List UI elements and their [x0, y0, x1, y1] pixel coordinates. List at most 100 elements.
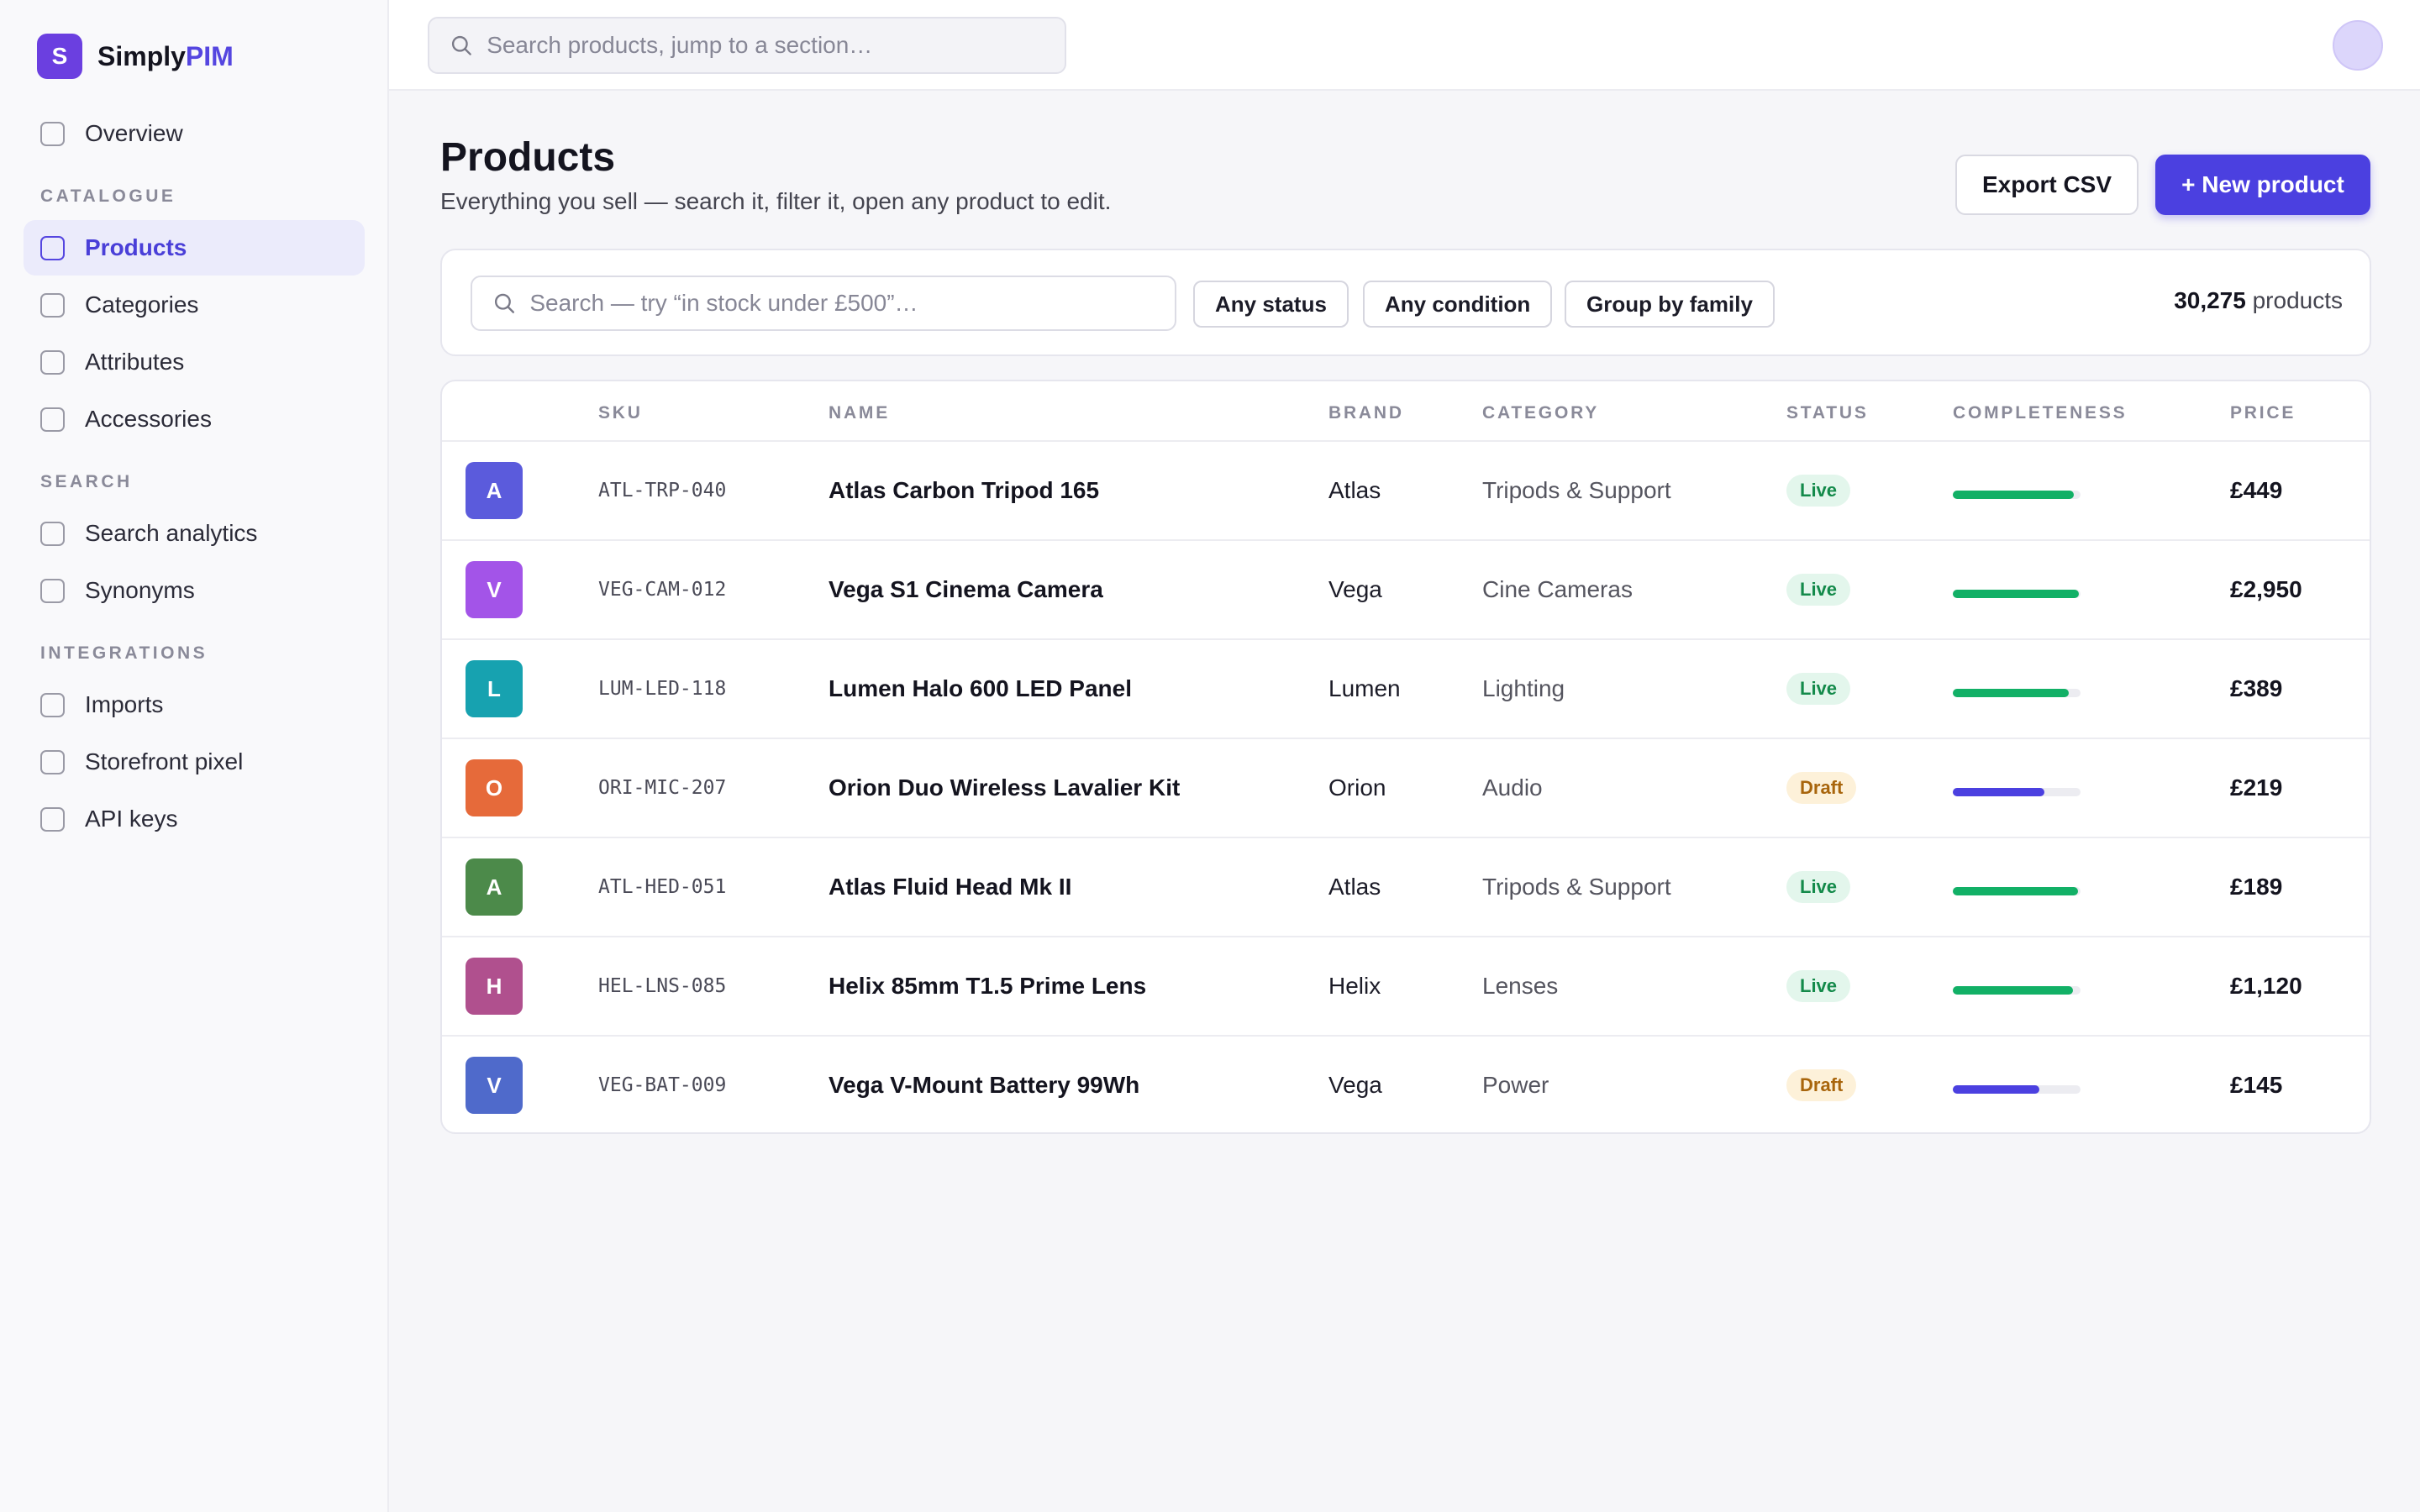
- sku-cell: ATL-HED-051: [598, 838, 726, 936]
- product-price: £2,950: [2230, 576, 2302, 602]
- user-avatar[interactable]: [2333, 20, 2383, 71]
- column-header-completeness[interactable]: COMPLETENESS: [1953, 403, 2127, 423]
- price-cell: £389: [2230, 640, 2282, 738]
- sidebar-item-imports[interactable]: Imports: [24, 677, 365, 732]
- sidebar-item-products[interactable]: Products: [24, 220, 365, 276]
- status-cell: Live: [1786, 937, 1851, 1035]
- sidebar-item-search-analytics[interactable]: Search analytics: [24, 506, 365, 561]
- sidebar-item-categories[interactable]: Categories: [24, 277, 365, 333]
- status-cell: Live: [1786, 442, 1851, 539]
- nav-item-icon: [40, 349, 65, 375]
- table-row[interactable]: A ATL-TRP-040 Atlas Carbon Tripod 165 Atlas…: [442, 442, 2370, 541]
- sidebar-item-overview[interactable]: Overview: [24, 106, 365, 161]
- product-name[interactable]: Atlas Carbon Tripod 165: [829, 477, 1099, 504]
- brand-cell: Orion: [1328, 739, 1386, 837]
- sidebar-item-attributes[interactable]: Attributes: [24, 334, 365, 390]
- sidebar-item-api-keys[interactable]: API keys: [24, 791, 365, 847]
- brand-cell: Atlas: [1328, 442, 1381, 539]
- status-filter-chip[interactable]: Any status: [1193, 281, 1349, 328]
- status-badge: Live: [1786, 970, 1851, 1002]
- completeness-bar: [1953, 1085, 2081, 1094]
- brand[interactable]: S SimplyPIM: [37, 34, 234, 79]
- sidebar-item-synonyms[interactable]: Synonyms: [24, 563, 365, 618]
- new-product-button[interactable]: + New product: [2155, 155, 2370, 215]
- product-name[interactable]: Lumen Halo 600 LED Panel: [829, 675, 1132, 702]
- completeness-bar: [1953, 491, 2081, 499]
- table-row[interactable]: V VEG-BAT-009 Vega V-Mount Battery 99Wh Veg…: [442, 1037, 2370, 1132]
- brand-cell: Helix: [1328, 937, 1381, 1035]
- completeness-bar: [1953, 986, 2081, 995]
- sidebar-item-label: Products: [85, 234, 187, 260]
- category-cell: Tripods & Support: [1482, 838, 1671, 936]
- completeness-cell: [1953, 640, 2081, 738]
- product-count-suffix: products: [2245, 287, 2343, 313]
- table-row[interactable]: O ORI-MIC-207 Orion Duo Wireless Lavalier …: [442, 739, 2370, 838]
- thumb-cell: A: [466, 442, 523, 539]
- column-header-price[interactable]: PRICE: [2230, 403, 2296, 423]
- column-header-category[interactable]: CATEGORY: [1482, 403, 1599, 423]
- sidebar-item-storefront-pixel[interactable]: Storefront pixel: [24, 734, 365, 790]
- price-cell: £219: [2230, 739, 2282, 837]
- product-sku: VEG-BAT-009: [598, 1074, 727, 1096]
- export-csv-button[interactable]: Export CSV: [1955, 155, 2139, 215]
- product-name[interactable]: Orion Duo Wireless Lavalier Kit: [829, 774, 1180, 801]
- thumb-cell: L: [466, 640, 523, 738]
- brand-cell: Vega: [1328, 541, 1382, 638]
- global-search-input[interactable]: [487, 32, 1065, 59]
- nav-item-icon: [40, 806, 65, 832]
- nav-section-heading: INTEGRATIONS: [40, 643, 208, 663]
- product-name[interactable]: Vega S1 Cinema Camera: [829, 576, 1103, 603]
- product-category: Lighting: [1482, 675, 1565, 701]
- global-search[interactable]: [428, 17, 1066, 74]
- table-row[interactable]: L LUM-LED-118 Lumen Halo 600 LED Panel Lume…: [442, 640, 2370, 739]
- topbar: [389, 0, 2420, 91]
- brand-cell: Vega: [1328, 1037, 1382, 1132]
- nav-section-heading: CATALOGUE: [40, 186, 176, 206]
- table-body: A ATL-TRP-040 Atlas Carbon Tripod 165 Atlas…: [442, 442, 2370, 1132]
- nav-item-icon: [40, 521, 65, 546]
- status-badge: Live: [1786, 574, 1851, 606]
- nav-section: INTEGRATIONS Imports Storefront pixel API k…: [24, 620, 365, 847]
- sidebar-item-label: Accessories: [85, 406, 212, 432]
- completeness-cell: [1953, 739, 2081, 837]
- product-name[interactable]: Atlas Fluid Head Mk II: [829, 874, 1071, 900]
- table-row[interactable]: H HEL-LNS-085 Helix 85mm T1.5 Prime Lens He…: [442, 937, 2370, 1037]
- product-name[interactable]: Helix 85mm T1.5 Prime Lens: [829, 973, 1146, 1000]
- name-cell: Lumen Halo 600 LED Panel: [829, 640, 1132, 738]
- product-name[interactable]: Vega V-Mount Battery 99Wh: [829, 1072, 1139, 1099]
- sidebar-item-label: Attributes: [85, 349, 185, 375]
- product-search-input[interactable]: [529, 290, 1175, 317]
- column-header-brand[interactable]: BRAND: [1328, 403, 1404, 423]
- thumb-cell: H: [466, 937, 523, 1035]
- sidebar-item-label: Storefront pixel: [85, 748, 244, 774]
- name-cell: Orion Duo Wireless Lavalier Kit: [829, 739, 1180, 837]
- completeness-bar: [1953, 590, 2081, 598]
- status-cell: Live: [1786, 838, 1851, 936]
- table-row[interactable]: V VEG-CAM-012 Vega S1 Cinema Camera Vega Cin…: [442, 541, 2370, 640]
- name-cell: Atlas Carbon Tripod 165: [829, 442, 1099, 539]
- condition-filter-chip[interactable]: Any condition: [1363, 281, 1553, 328]
- category-cell: Audio: [1482, 739, 1543, 837]
- status-badge: Draft: [1786, 1069, 1857, 1101]
- completeness-cell: [1953, 541, 2081, 638]
- column-header-status[interactable]: STATUS: [1786, 403, 1869, 423]
- column-header-sku[interactable]: SKU: [598, 403, 643, 423]
- search-icon: [451, 35, 471, 55]
- sidebar-item-accessories[interactable]: Accessories: [24, 391, 365, 447]
- status-badge: Live: [1786, 871, 1851, 903]
- product-thumbnail: L: [466, 660, 523, 717]
- product-brand: Atlas: [1328, 477, 1381, 503]
- column-header-name[interactable]: NAME: [829, 403, 890, 423]
- group-by-chip[interactable]: Group by family: [1565, 281, 1775, 328]
- product-search[interactable]: [471, 276, 1176, 331]
- nav-item-icon: [40, 407, 65, 432]
- category-cell: Tripods & Support: [1482, 442, 1671, 539]
- product-category: Tripods & Support: [1482, 477, 1671, 503]
- completeness-cell: [1953, 838, 2081, 936]
- thumb-cell: A: [466, 838, 523, 936]
- completeness-bar-fill: [1953, 590, 2080, 598]
- table-row[interactable]: A ATL-HED-051 Atlas Fluid Head Mk II Atlas T…: [442, 838, 2370, 937]
- nav-item-icon: [40, 292, 65, 318]
- sku-cell: VEG-CAM-012: [598, 541, 726, 638]
- sidebar-nav: Overview CATALOGUE Products Categories Attri…: [24, 106, 365, 848]
